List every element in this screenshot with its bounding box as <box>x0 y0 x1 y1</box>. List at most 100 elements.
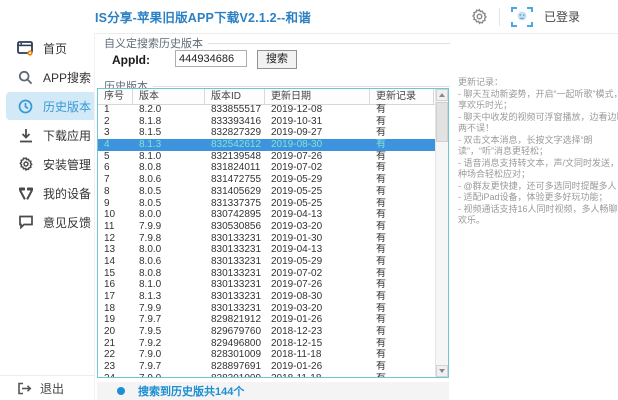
table-cell: 2019-07-26 <box>265 279 370 291</box>
table-cell: 830133231 <box>205 279 265 291</box>
table-row[interactable]: 227.9.08283010092018-11-18有 <box>98 349 435 361</box>
app-window: IS分享-苹果旧版APP下载V2.1.2--和谐 <box>0 0 618 400</box>
table-cell: 有 <box>370 303 434 315</box>
table-cell: 2019-04-13 <box>265 244 370 256</box>
table-row[interactable]: 88.0.58314056292019-05-25有 <box>98 186 435 198</box>
table-cell: 829821912 <box>205 314 265 326</box>
table-cell: 2019-08-30 <box>265 291 370 303</box>
sidebar-item-label: 下载应用 <box>43 127 91 144</box>
table-row[interactable]: 98.0.58313373752019-05-25有 <box>98 198 435 210</box>
table-cell: 831824011 <box>205 162 265 174</box>
table-row[interactable]: 138.0.08301332312019-04-13有 <box>98 244 435 256</box>
table-cell: 16 <box>98 279 133 291</box>
table-cell: 有 <box>370 174 434 186</box>
search-button[interactable]: 搜索 <box>257 50 297 69</box>
table-cell: 2019-12-08 <box>265 104 370 116</box>
table-cell: 8.1.3 <box>133 139 205 151</box>
table-cell: 830742895 <box>205 209 265 221</box>
table-cell: 有 <box>370 186 434 198</box>
group-border-line <box>208 43 450 44</box>
table-cell: 828897691 <box>205 361 265 373</box>
table-row[interactable]: 38.1.58328273292019-09-27有 <box>98 127 435 139</box>
table-cell: 2019-04-13 <box>265 209 370 221</box>
table-cell: 22 <box>98 349 133 361</box>
login-status: 已登录 <box>544 8 580 25</box>
table-cell: 8.2.0 <box>133 104 205 116</box>
table-cell: 6 <box>98 162 133 174</box>
table-row[interactable]: 247.9.08283010092018-11-18有 <box>98 373 435 377</box>
sidebar-item-app-search[interactable]: APP搜索 <box>6 63 94 91</box>
table-scrollbar[interactable] <box>435 89 448 377</box>
table-cell: 8 <box>98 186 133 198</box>
table-cell: 2018-11-18 <box>265 373 370 377</box>
table-cell: 7.9.9 <box>133 221 205 233</box>
table-row[interactable]: 127.9.88301332312019-01-30有 <box>98 233 435 245</box>
table-cell: 15 <box>98 268 133 280</box>
table-row[interactable]: 158.0.88301332312019-07-02有 <box>98 268 435 280</box>
table-cell: 830133231 <box>205 244 265 256</box>
table-cell: 有 <box>370 116 434 128</box>
sidebar-item-home[interactable]: 首页 <box>6 34 94 62</box>
table-row[interactable]: 207.9.58296797602018-12-23有 <box>98 326 435 338</box>
appid-label: AppId: <box>112 53 150 67</box>
table-cell: 2019-05-25 <box>265 198 370 210</box>
table-row[interactable]: 217.9.28294968002018-12-15有 <box>98 338 435 350</box>
table-row[interactable]: 58.1.08321395482019-07-26有 <box>98 151 435 163</box>
column-header-index[interactable]: 序号 <box>98 89 133 104</box>
table-cell: 23 <box>98 361 133 373</box>
table-cell: 7.9.5 <box>133 326 205 338</box>
history-table: 序号 版本 版本ID 更新日期 更新记录 18.2.08338555172019… <box>97 88 449 378</box>
table-row[interactable]: 108.0.08307428952019-04-13有 <box>98 209 435 221</box>
table-row[interactable]: 237.9.78288976912019-01-26有 <box>98 361 435 373</box>
table-row[interactable]: 187.9.98301332312019-03-20有 <box>98 303 435 315</box>
table-row[interactable]: 178.1.38301332312019-08-30有 <box>98 291 435 303</box>
download-icon <box>17 127 34 144</box>
table-cell: 8.1.3 <box>133 291 205 303</box>
appid-input[interactable] <box>175 50 247 67</box>
status-bar: 搜索到历史版共144个 <box>97 382 449 400</box>
table-row[interactable]: 18.2.08338555172019-12-08有 <box>98 104 435 116</box>
scroll-up-icon[interactable] <box>436 89 448 101</box>
table-cell: 4 <box>98 139 133 151</box>
table-row[interactable]: 197.9.78298219122019-01-26有 <box>98 314 435 326</box>
avatar-scan-icon[interactable] <box>511 7 533 27</box>
scroll-down-icon[interactable] <box>436 365 448 377</box>
table-row[interactable]: 148.0.68301332312019-05-29有 <box>98 256 435 268</box>
table-row[interactable]: 78.0.68314727552019-05-29有 <box>98 174 435 186</box>
table-row[interactable]: 28.1.88333934162019-10-31有 <box>98 116 435 128</box>
search-icon <box>17 69 34 86</box>
status-text: 搜索到历史版共144个 <box>138 383 244 399</box>
sidebar-item-download[interactable]: 下载应用 <box>6 121 94 149</box>
table-row[interactable]: 68.0.88318240112019-07-02有 <box>98 162 435 174</box>
sidebar-item-devices[interactable]: 我的设备 <box>6 179 94 207</box>
sidebar-item-install[interactable]: 安装管理 <box>6 150 94 178</box>
table-cell: 7.9.0 <box>133 373 205 377</box>
update-notes-panel: 更新记录： - 聊天互动新姿势，开启“一起听歌”模式，乐享欢乐时光； - 聊天中… <box>458 77 618 397</box>
table-cell: 2 <box>98 116 133 128</box>
table-cell: 有 <box>370 244 434 256</box>
table-cell: 7.9.7 <box>133 361 205 373</box>
table-cell: 8.0.8 <box>133 162 205 174</box>
table-header: 序号 版本 版本ID 更新日期 更新记录 <box>98 89 448 105</box>
install-gear-icon <box>17 156 34 173</box>
sidebar-item-label: APP搜索 <box>43 69 91 86</box>
sidebar-item-history[interactable]: 历史版本 <box>6 92 94 120</box>
table-cell: 2019-03-20 <box>265 221 370 233</box>
column-header-version-id[interactable]: 版本ID <box>205 89 265 104</box>
header-divider <box>499 8 500 26</box>
column-header-record[interactable]: 更新记录 <box>370 89 434 104</box>
sidebar-item-exit[interactable]: 退出 <box>0 375 95 400</box>
column-header-date[interactable]: 更新日期 <box>265 89 370 104</box>
scrollbar-thumb[interactable] <box>436 102 448 142</box>
table-cell: 832542612 <box>205 139 265 151</box>
feedback-bubble-icon <box>17 214 34 231</box>
column-header-version[interactable]: 版本 <box>133 89 205 104</box>
table-row[interactable]: 168.1.08301332312019-07-26有 <box>98 279 435 291</box>
home-window-icon <box>17 40 34 57</box>
table-row[interactable]: 117.9.98305308562019-03-20有 <box>98 221 435 233</box>
gear-icon[interactable] <box>471 8 488 25</box>
table-cell: 8.0.0 <box>133 244 205 256</box>
sidebar-item-feedback[interactable]: 意见反馈 <box>6 208 94 236</box>
table-row[interactable]: 48.1.38325426122019-08-30有 <box>98 139 435 151</box>
table-cell: 有 <box>370 256 434 268</box>
